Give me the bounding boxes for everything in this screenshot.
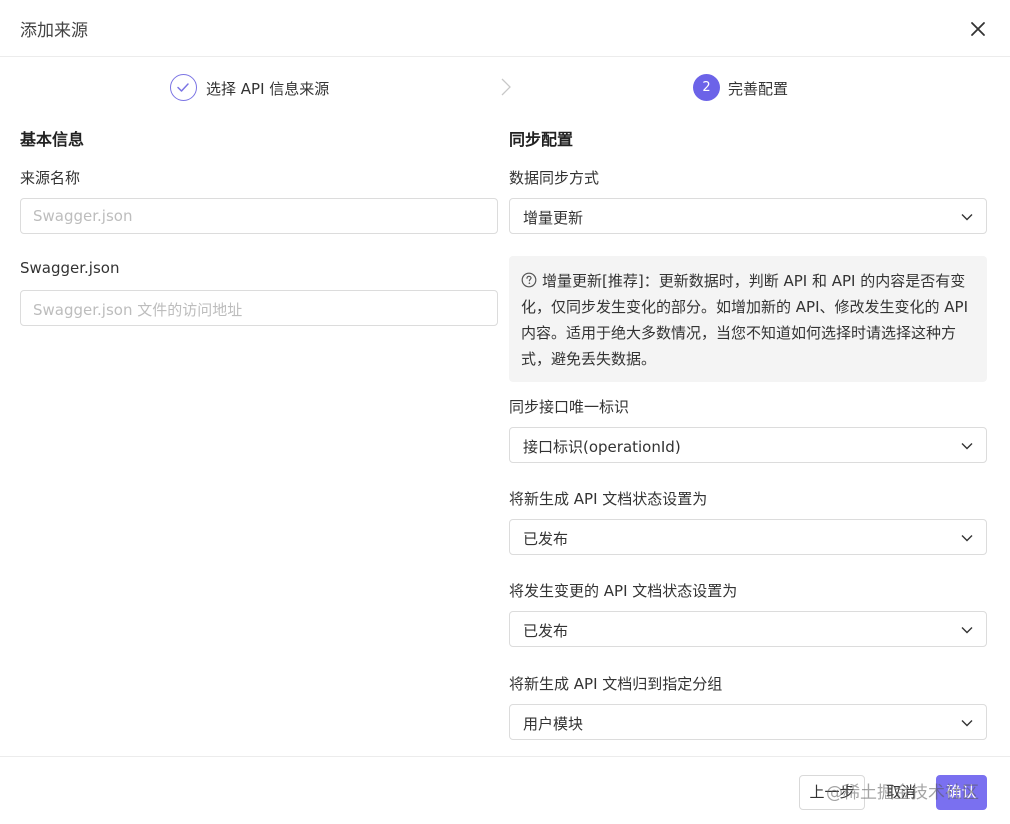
swagger-json-label: Swagger.json (20, 259, 120, 277)
step-2-label: 完善配置 (728, 80, 789, 98)
chevron-down-icon (961, 720, 973, 727)
source-name-placeholder: Swagger.json (33, 207, 133, 225)
steps-bar: 选择 API 信息来源 2 完善配置 (0, 57, 1010, 119)
dialog-title: 添加来源 (20, 21, 88, 41)
check-icon (170, 74, 197, 101)
basic-section-title: 基本信息 (20, 130, 85, 149)
group-select[interactable]: 用户模块 (509, 704, 987, 740)
sync-method-label: 数据同步方式 (509, 169, 600, 187)
chevron-down-icon (961, 443, 973, 450)
chevron-down-icon (961, 214, 973, 221)
unique-id-select[interactable]: 接口标识(operationId) (509, 427, 987, 463)
sync-method-info: 增量更新[推荐]：更新数据时，判断 API 和 API 的内容是否有变化，仅同步… (509, 256, 987, 382)
sync-section-title: 同步配置 (509, 130, 574, 149)
dialog-header: 添加来源 (0, 0, 1010, 57)
chevron-down-icon (961, 535, 973, 542)
group-value: 用户模块 (523, 715, 584, 733)
new-status-value: 已发布 (523, 530, 569, 548)
unique-id-value: 接口标识(operationId) (523, 438, 681, 456)
source-name-label: 来源名称 (20, 169, 81, 187)
sync-method-value: 增量更新 (523, 209, 584, 227)
new-status-select[interactable]: 已发布 (509, 519, 987, 555)
chevron-right-icon (496, 75, 516, 103)
changed-status-label: 将发生变更的 API 文档状态设置为 (509, 582, 738, 600)
unique-id-label: 同步接口唯一标识 (509, 398, 630, 416)
source-name-input[interactable]: Swagger.json (20, 198, 498, 234)
changed-status-select[interactable]: 已发布 (509, 611, 987, 647)
chevron-down-icon (961, 627, 973, 634)
close-icon[interactable] (966, 17, 990, 41)
new-status-label: 将新生成 API 文档状态设置为 (509, 490, 708, 508)
group-label: 将新生成 API 文档归到指定分组 (509, 675, 723, 693)
changed-status-value: 已发布 (523, 622, 569, 640)
step-2-number: 2 (693, 74, 720, 101)
swagger-url-input[interactable]: Swagger.json 文件的访问地址 (20, 290, 498, 326)
watermark: @稀土掘金技术社区 (826, 783, 979, 803)
sync-method-select[interactable]: 增量更新 (509, 198, 987, 234)
dialog-footer: 上一步 取消 确认 @稀土掘金技术社区 (0, 756, 1010, 824)
sync-method-info-text: 增量更新[推荐]：更新数据时，判断 API 和 API 的内容是否有变化，仅同步… (521, 272, 968, 368)
question-circle-icon (521, 272, 537, 288)
step-1-label: 选择 API 信息来源 (206, 80, 330, 98)
swagger-url-placeholder: Swagger.json 文件的访问地址 (33, 301, 243, 319)
